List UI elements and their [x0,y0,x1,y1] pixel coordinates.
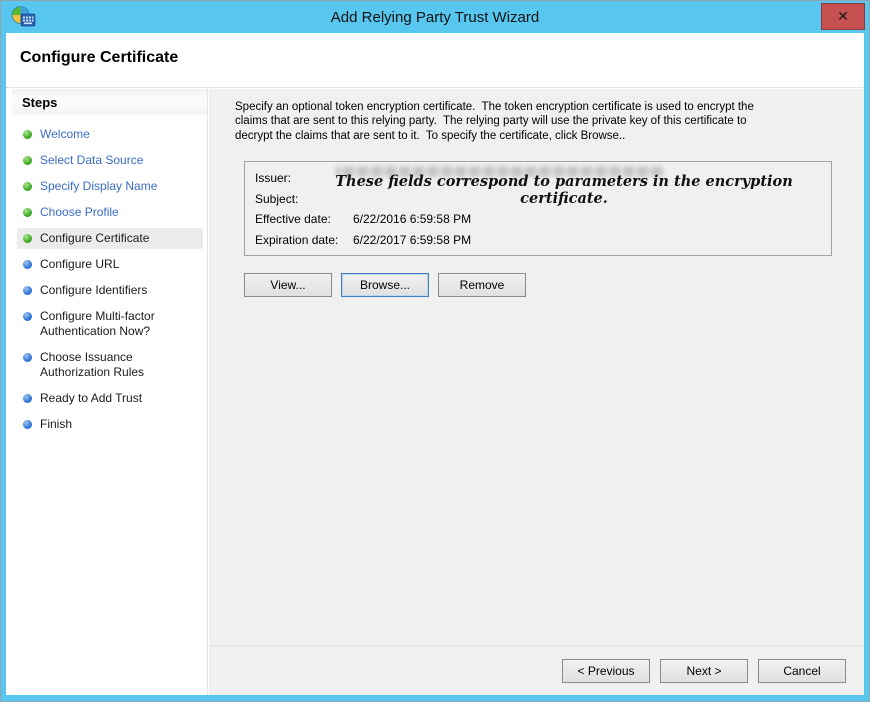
step-item-choose-issuance-authorization-rules: Choose Issuance Authorization Rules [17,347,203,383]
step-item-label: Select Data Source [40,153,143,168]
step-status-bullet [23,353,32,362]
step-item-select-data-source[interactable]: Select Data Source [17,150,203,171]
main-panel: Specify an optional token encryption cer… [209,89,864,695]
certificate-field-row: Expiration date: 6/22/2017 6:59:58 PM [255,230,821,251]
step-item-label: Choose Profile [40,205,119,220]
description-line: claims that are sent to this relying par… [235,114,754,128]
step-item-label: Ready to Add Trust [40,391,142,406]
certificate-actions: View... Browse... Remove [244,273,526,297]
previous-button[interactable]: < Previous [562,659,650,683]
step-item-label: Configure Certificate [40,231,149,246]
step-item-configure-multi-factor-authentication-now: Configure Multi-factor Authentication No… [17,306,203,342]
step-item-ready-to-add-trust: Ready to Add Trust [17,388,203,409]
step-item-label: Configure Identifiers [40,283,147,298]
steps-sidebar: Steps Welcome Select Data Source Specify… [12,89,208,695]
cancel-button[interactable]: Cancel [758,659,846,683]
step-status-bullet [23,182,32,191]
close-icon: ✕ [837,9,849,25]
step-item-label: Configure URL [40,257,119,272]
cert-field-label: Effective date: [255,209,353,230]
step-item-label: Specify Display Name [40,179,157,194]
certificate-field-row: Effective date: 6/22/2016 6:59:58 PM [255,209,821,230]
cert-field-value: 6/22/2017 6:59:58 PM [353,230,471,251]
cert-field-value: 6/22/2016 6:59:58 PM [353,209,471,230]
wizard-window: Add Relying Party Trust Wizard ✕ Configu… [0,0,870,702]
step-item-label: Choose Issuance Authorization Rules [40,350,200,380]
step-status-bullet [23,234,32,243]
certificate-group: These fields correspond to parameters in… [244,161,832,256]
step-status-bullet [23,156,32,165]
steps-header: Steps [12,89,207,115]
window-title: Add Relying Party Trust Wizard [1,9,869,26]
page-title: Configure Certificate [20,49,178,67]
step-status-bullet [23,286,32,295]
step-status-bullet [23,312,32,321]
step-item-label: Welcome [40,127,90,142]
step-item-finish: Finish [17,414,203,435]
description: Specify an optional token encryption cer… [235,100,754,143]
browse-button[interactable]: Browse... [341,273,429,297]
step-item-configure-certificate: Configure Certificate [17,228,203,249]
step-status-bullet [23,208,32,217]
step-item-label: Finish [40,417,72,432]
dialog-header: Configure Certificate [6,33,864,88]
next-button[interactable]: Next > [660,659,748,683]
step-status-bullet [23,130,32,139]
steps-list: Welcome Select Data Source Specify Displ… [12,115,207,435]
step-status-bullet [23,260,32,269]
view-button[interactable]: View... [244,273,332,297]
step-item-configure-url: Configure URL [17,254,203,275]
remove-button[interactable]: Remove [438,273,526,297]
step-status-bullet [23,394,32,403]
cert-field-label: Expiration date: [255,230,353,251]
step-item-choose-profile[interactable]: Choose Profile [17,202,203,223]
step-item-configure-identifiers: Configure Identifiers [17,280,203,301]
annotation-note: These fields correspond to parameters in… [309,173,819,207]
step-item-welcome[interactable]: Welcome [17,124,203,145]
step-status-bullet [23,420,32,429]
description-line: decrypt the claims that are sent to it. … [235,129,754,143]
step-item-specify-display-name[interactable]: Specify Display Name [17,176,203,197]
close-button[interactable]: ✕ [821,3,865,30]
step-item-label: Configure Multi-factor Authentication No… [40,309,200,339]
wizard-footer: < Previous Next > Cancel [209,645,864,695]
title-bar[interactable]: Add Relying Party Trust Wizard ✕ [1,1,869,33]
description-line: Specify an optional token encryption cer… [235,100,754,114]
dialog-body: Configure Certificate Steps Welcome Sele… [6,33,864,695]
